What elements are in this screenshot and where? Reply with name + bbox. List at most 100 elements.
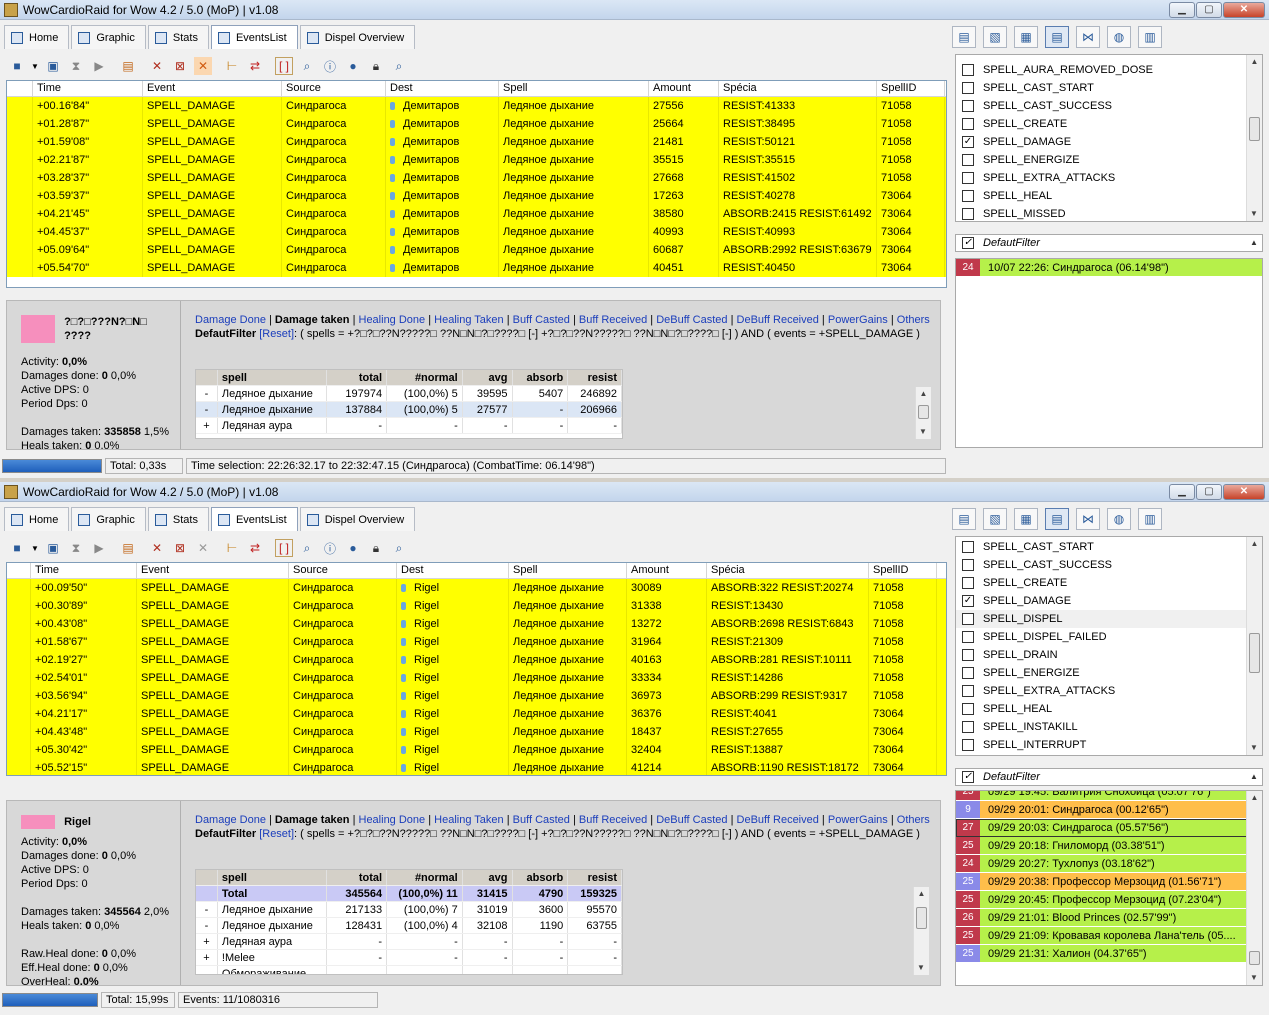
bracket-icon[interactable]: [ ] [275,539,293,557]
list-item[interactable]: SPELL_INSTAKILL [956,718,1262,736]
maximize-button[interactable]: ▢ [1196,1,1222,18]
col-dest[interactable]: Dest [386,81,499,97]
filter-checkbox[interactable]: ✓ [962,771,974,783]
network-icon[interactable]: ⋈ [1076,26,1100,48]
table-row[interactable]: +05.09'64" SPELL_DAMAGE Синдрагоса Демитаро… [7,241,946,259]
list-item[interactable]: 9 09/29 20:01: Синдрагоса (00.12'65") [956,801,1262,819]
event-list-scrollbar[interactable]: ▲ ▼ [1246,55,1262,221]
list-item[interactable]: ✓ SPELL_DAMAGE [956,592,1262,610]
swap-icon[interactable]: ⇄ [246,57,264,75]
network-icon[interactable]: ⋈ [1076,508,1100,530]
scroll-thumb[interactable] [918,405,929,419]
spell-table-scrollbar[interactable]: ▲ ▼ [913,887,929,975]
search-icon[interactable]: ⌕ [298,539,316,557]
scroll-thumb[interactable] [1249,633,1260,673]
list-item[interactable]: 24 09/29 20:27: Тухлопуз (03.18'62") [956,855,1262,873]
link-others[interactable]: Others [897,314,930,326]
filter-select[interactable]: ✓ DefautFilter ▲ [955,768,1263,786]
monitor-icon[interactable]: ▤ [119,539,137,557]
table-row[interactable]: +04.21'17" SPELL_DAMAGE Синдрагоса Rigel Лед… [7,705,946,723]
list-item[interactable]: SPELL_DRAIN [956,646,1262,664]
table-icon[interactable]: ▥ [1138,26,1162,48]
table-row[interactable]: - Ледяное дыхание 137884 (100,0%) 5 27577-20… [196,402,622,418]
list-item[interactable]: 25 09/29 20:38: Профессор Мерзоцид (01.56… [956,873,1262,891]
list-item[interactable]: 25 09/29 21:31: Халион (04.37'65") [956,945,1262,963]
expand-toggle[interactable]: - [196,918,218,933]
expand-toggle[interactable] [196,966,218,974]
link-debuff-casted[interactable]: DeBuff Casted [656,314,727,326]
link-healing-done[interactable]: Healing Done [359,814,426,826]
table-row[interactable]: +00.16'84" SPELL_DAMAGE Синдрагоса Демитаро… [7,97,946,115]
scroll-up-icon[interactable]: ▲ [916,387,931,401]
list-item[interactable]: 27 09/29 20:03: Синдрагоса (05.57'56") [956,819,1262,837]
spell-table-scrollbar[interactable]: ▲ ▼ [915,387,931,439]
link-buff-casted[interactable]: Buff Casted [513,314,570,326]
col-dest[interactable]: Dest [397,563,509,579]
list-item[interactable]: 26 09/29 21:01: Blood Princes (02.57'99") [956,909,1262,927]
range-icon[interactable]: ⊢ [223,57,241,75]
list-item[interactable]: SPELL_DISPEL_FAILED [956,628,1262,646]
table-row[interactable]: +02.54'01" SPELL_DAMAGE Синдрагоса Rigel Лед… [7,669,946,687]
minimize-button[interactable]: ▁ [1169,483,1195,500]
combo-arrow-icon[interactable]: ▲ [1246,235,1262,251]
event-filter-list[interactable]: SPELL_AURA_REMOVED_DOSE SPELL_CAST_START S… [955,54,1263,222]
scroll-thumb[interactable] [1249,951,1260,965]
col-time[interactable]: Time [31,563,137,579]
filter-reset-icon[interactable]: ⊠ [171,57,189,75]
lock-icon[interactable]: 🔒︎ [367,539,385,557]
filter-clear-icon[interactable]: ✕ [148,57,166,75]
reset-link[interactable]: [Reset] [259,828,294,840]
list-item[interactable]: SPELL_CREATE [956,574,1262,592]
fight-list[interactable]: 25 09/29 19:45: Валитрия Снохоица (05.07'… [955,790,1263,986]
col-specia[interactable]: Spécia [719,81,877,97]
list-item[interactable]: SPELL_EXTRA_ATTACKS [956,682,1262,700]
link-others[interactable]: Others [897,814,930,826]
col-absorb[interactable]: absorb [513,370,569,385]
event-checkbox[interactable] [962,613,974,625]
image-icon[interactable]: ▧ [983,26,1007,48]
event-checkbox[interactable] [962,685,974,697]
table-row[interactable]: +03.59'37" SPELL_DAMAGE Синдрагоса Демитаро… [7,187,946,205]
table-row[interactable]: Total 345564 (100,0%) 11 31415 4790 159325 [196,886,622,902]
link-damage-taken[interactable]: Damage taken [275,314,350,326]
reset-link[interactable]: [Reset] [259,328,294,340]
table-row[interactable]: Обмораживание [196,966,622,974]
tab-graphic[interactable]: Graphic [71,507,146,531]
link-damage-done[interactable]: Damage Done [195,314,266,326]
list-item[interactable]: 25 09/29 19:45: Валитрия Снохоица (05.07'… [956,791,1262,801]
event-checkbox[interactable] [962,577,974,589]
list-item[interactable]: SPELL_ENERGIZE [956,664,1262,682]
col-spell[interactable]: Spell [509,563,627,579]
fight-list-scrollbar[interactable]: ▲ ▼ [1246,791,1262,985]
expand-toggle[interactable]: - [196,402,218,417]
event-checkbox[interactable]: ✓ [962,595,974,607]
col-total[interactable]: total [327,870,388,885]
scroll-down-icon[interactable]: ▼ [1247,741,1261,755]
event-checkbox[interactable] [962,541,974,553]
list-item[interactable]: 25 09/29 21:09: Кровавая королева Лана'те… [956,927,1262,945]
events-view-icon[interactable]: ▤ [1045,508,1069,530]
events-view-icon[interactable]: ▤ [1045,26,1069,48]
list-view-icon[interactable]: ▤ [952,508,976,530]
forward-icon[interactable]: ▶ [90,57,108,75]
scroll-up-icon[interactable]: ▲ [1247,55,1262,69]
list-view-icon[interactable]: ▤ [952,26,976,48]
col-specia[interactable]: Spécia [707,563,869,579]
table-row[interactable]: - Ледяное дыхание 128431 (100,0%) 4 32108 119… [196,918,622,934]
table-row[interactable]: +03.56'94" SPELL_DAMAGE Синдрагоса Rigel Лед… [7,687,946,705]
list-item[interactable]: SPELL_CAST_START [956,538,1262,556]
save-icon[interactable]: ■ [8,57,26,75]
event-checkbox[interactable] [962,82,974,94]
col-normal[interactable]: #normal [387,870,463,885]
link-buff-received[interactable]: Buff Received [579,314,647,326]
grid-icon[interactable]: ▦ [1014,26,1038,48]
event-checkbox[interactable] [962,559,974,571]
swap-icon[interactable]: ⇄ [246,539,264,557]
grid-icon[interactable]: ▦ [1014,508,1038,530]
link-buff-casted[interactable]: Buff Casted [513,814,570,826]
title-bar[interactable]: WowCardioRaid for Wow 4.2 / 5.0 (MoP) | … [0,0,1269,20]
list-item[interactable]: SPELL_DISPEL [956,610,1262,628]
table-row[interactable]: +00.30'89" SPELL_DAMAGE Синдрагоса Rigel Лед… [7,597,946,615]
scroll-down-icon[interactable]: ▼ [914,961,928,975]
scroll-down-icon[interactable]: ▼ [1247,971,1261,985]
